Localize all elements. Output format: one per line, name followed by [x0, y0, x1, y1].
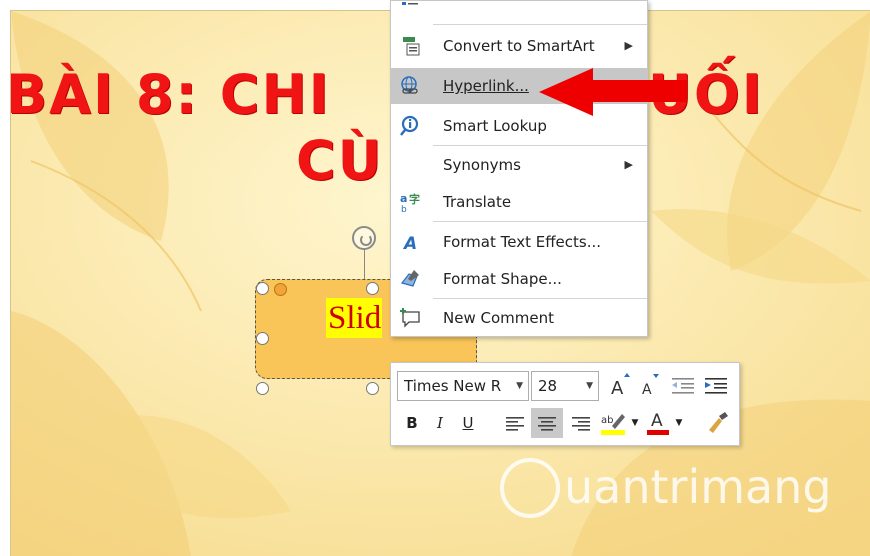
bold-button[interactable]: B	[399, 408, 425, 438]
smartart-icon	[403, 37, 420, 56]
lightbulb-icon	[500, 458, 560, 518]
align-left-button[interactable]	[501, 408, 529, 438]
translate-icon: a 字 b	[400, 192, 420, 213]
menu-label: New Comment	[443, 309, 554, 327]
submenu-arrow-icon: ▶	[624, 39, 633, 52]
svg-text:a: a	[400, 192, 407, 205]
menu-item-format-text-effects[interactable]: A Format Text Effects...	[391, 224, 647, 260]
align-left-icon	[506, 417, 524, 431]
grow-font-button[interactable]: A	[607, 371, 633, 401]
format-shape-icon	[400, 270, 419, 287]
menu-item-translate[interactable]: a 字 b Translate	[391, 184, 647, 220]
resize-handle-top-left[interactable]	[256, 282, 269, 295]
menu-item-format-shape[interactable]: Format Shape...	[391, 261, 647, 297]
menu-item-partial[interactable]	[391, 0, 647, 19]
resize-handle-bottom[interactable]	[366, 382, 379, 395]
font-name-dropdown[interactable]: Times New R ▼	[397, 371, 529, 401]
menu-label: Translate	[443, 193, 512, 211]
decrease-indent-icon	[672, 378, 694, 394]
font-color-dropdown[interactable]: ▼	[673, 408, 685, 438]
watermark-logo: uantrimang	[500, 452, 850, 532]
svg-text:A: A	[402, 234, 417, 253]
resize-handle-top[interactable]	[366, 282, 379, 295]
mini-toolbar: Times New R ▼ 28 ▼ A A B I U ab ▼ A ▼	[390, 362, 740, 446]
font-color-button[interactable]: A	[645, 408, 671, 438]
rotation-connector	[364, 248, 365, 280]
increase-indent-icon	[705, 378, 727, 394]
svg-text:b: b	[401, 205, 407, 213]
font-name-value: Times New R	[404, 377, 502, 395]
submenu-arrow-icon: ▶	[624, 158, 633, 171]
red-arrow-annotation	[539, 68, 687, 116]
svg-text:字: 字	[409, 192, 420, 206]
shrink-font-button[interactable]: A	[637, 371, 663, 401]
underline-button[interactable]: U	[455, 408, 481, 438]
menu-separator	[433, 298, 647, 299]
font-color-swatch	[647, 430, 669, 435]
shape-text[interactable]: Slide	[326, 298, 382, 338]
resize-handle-left[interactable]	[256, 332, 269, 345]
adjust-handle[interactable]	[274, 283, 287, 296]
menu-separator	[433, 221, 647, 222]
increase-indent-button[interactable]	[701, 371, 731, 401]
highlight-color-button[interactable]: ab	[599, 408, 627, 438]
menu-label: Synonyms	[443, 156, 521, 174]
title-line2: CÙ	[296, 129, 384, 192]
menu-label: Convert to SmartArt	[443, 37, 595, 55]
highlighter-icon: ab	[601, 414, 625, 435]
menu-item-convert-smartart[interactable]: Convert to SmartArt ▶	[391, 28, 647, 64]
menu-item-synonyms[interactable]: Synonyms ▶	[391, 147, 647, 183]
italic-button[interactable]: I	[427, 408, 453, 438]
grow-font-icon: A	[611, 373, 630, 399]
menu-label: Format Text Effects...	[443, 233, 602, 251]
align-right-icon	[572, 417, 590, 431]
title-line1-left: BÀI 8: CHI	[6, 63, 331, 126]
list-icon	[402, 2, 418, 5]
highlight-dropdown[interactable]: ▼	[629, 408, 641, 438]
new-comment-icon	[400, 308, 420, 328]
font-size-value: 28	[538, 377, 558, 395]
format-painter-button[interactable]	[703, 408, 733, 438]
align-right-button[interactable]	[567, 408, 595, 438]
context-menu: Convert to SmartArt ▶ Hyperlink... Smart…	[390, 0, 648, 337]
hyperlink-icon	[401, 76, 418, 94]
menu-label: Format Shape...	[443, 270, 562, 288]
resize-handle-bottom-left[interactable]	[256, 382, 269, 395]
rotate-handle[interactable]	[352, 226, 376, 250]
chevron-down-icon: ▼	[516, 381, 523, 391]
svg-text:A: A	[642, 382, 652, 398]
chevron-down-icon: ▼	[586, 381, 593, 391]
svg-text:ab: ab	[601, 415, 613, 426]
menu-item-new-comment[interactable]: New Comment	[391, 300, 647, 336]
align-center-button[interactable]	[531, 408, 563, 438]
menu-label: Smart Lookup	[443, 117, 547, 135]
align-center-icon	[538, 417, 556, 431]
menu-separator	[433, 145, 647, 146]
svg-text:A: A	[611, 378, 624, 399]
shrink-font-icon: A	[642, 374, 659, 398]
menu-separator	[433, 24, 647, 25]
decrease-indent-button[interactable]	[669, 371, 697, 401]
smart-lookup-icon	[400, 115, 419, 136]
font-size-dropdown[interactable]: 28 ▼	[531, 371, 599, 401]
highlight-swatch	[601, 430, 625, 435]
menu-label: Hyperlink...	[443, 77, 529, 95]
format-painter-icon	[709, 412, 728, 433]
watermark-text: uantrimang	[564, 460, 832, 514]
text-effects-icon: A	[402, 234, 417, 253]
